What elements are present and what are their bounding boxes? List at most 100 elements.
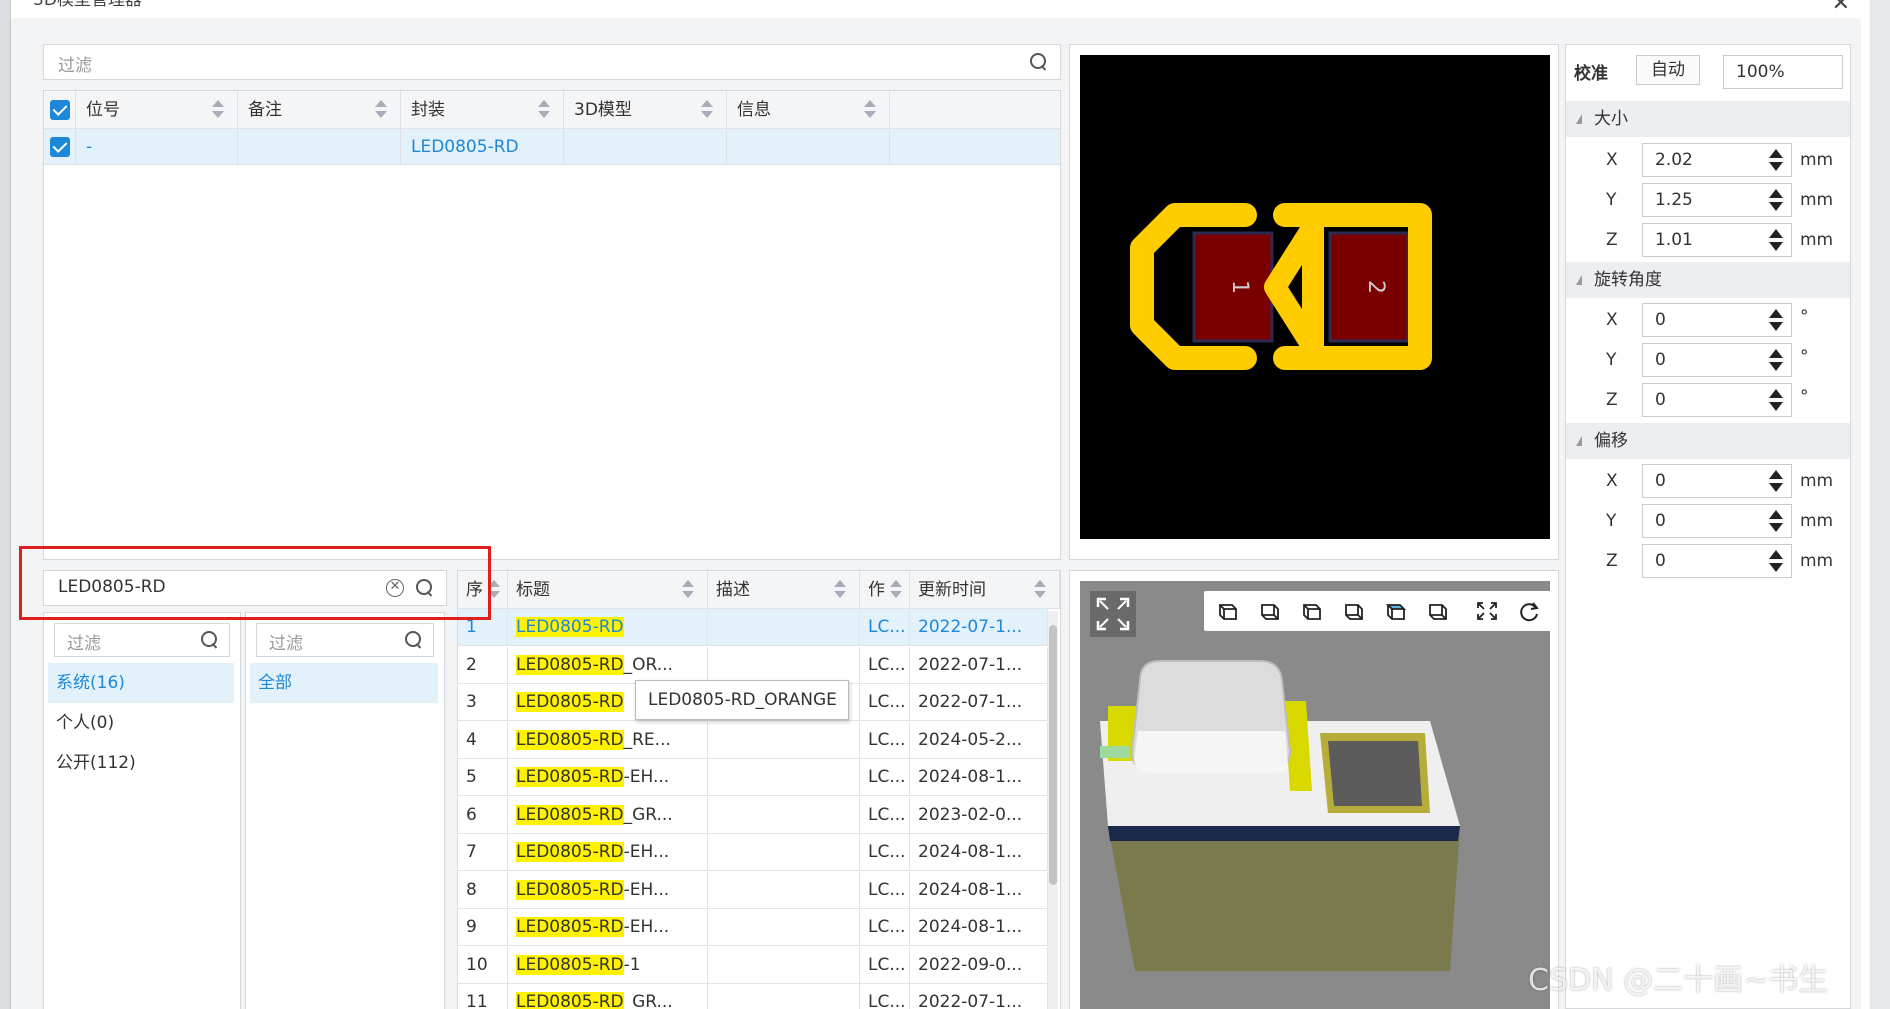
category-item-public[interactable]: 公开(112) <box>56 743 136 783</box>
top-filter-input[interactable]: 过滤 <box>43 44 1061 80</box>
view-right-icon[interactable] <box>1340 599 1366 623</box>
cell-index: 3 <box>458 684 508 721</box>
sort-icon[interactable] <box>700 100 714 120</box>
search-match-highlight: LED0805-RD <box>516 767 624 787</box>
offset-y-input[interactable]: 0 <box>1642 504 1792 538</box>
close-icon[interactable]: ✕ <box>1832 0 1850 15</box>
table-row[interactable]: 1 LED0805-RD LC... 2022-07-1... <box>458 609 1048 646</box>
increment-icon[interactable] <box>1769 309 1783 318</box>
search-icon[interactable] <box>1030 53 1048 71</box>
increment-icon[interactable] <box>1769 349 1783 358</box>
title-suffix: -EH... <box>623 879 670 900</box>
footprint-preview-canvas[interactable]: 1 2 <box>1080 55 1550 539</box>
offset-x-input[interactable]: 0 <box>1642 464 1792 498</box>
increment-icon[interactable] <box>1769 189 1783 198</box>
library-item-all[interactable]: 全部 <box>250 663 438 703</box>
auto-button[interactable]: 自动 <box>1636 55 1700 85</box>
offset-z-input[interactable]: 0 <box>1642 544 1792 578</box>
table-row[interactable]: 10 LED0805-RD-1 LC... 2022-09-0... <box>458 946 1048 984</box>
header-note[interactable]: 备注 <box>238 91 401 129</box>
table-row[interactable]: 9 LED0805-RD-EH... LC... 2024-08-1... <box>458 909 1048 946</box>
size-z-input[interactable]: 1.01 <box>1642 223 1792 257</box>
search-icon[interactable] <box>201 631 219 649</box>
decrement-icon[interactable] <box>1769 523 1783 532</box>
cell-footprint: LED0805-RD <box>401 129 564 165</box>
sort-icon[interactable] <box>537 100 551 120</box>
sort-icon[interactable] <box>863 100 877 120</box>
increment-icon[interactable] <box>1769 550 1783 559</box>
category-filter-input[interactable]: 过滤 <box>54 623 230 657</box>
decrement-icon[interactable] <box>1769 322 1783 331</box>
size-x-input[interactable]: 2.02 <box>1642 143 1792 177</box>
pad-1-label: 1 <box>1227 280 1252 294</box>
header-3d-model[interactable]: 3D模型 <box>564 91 727 129</box>
header-title[interactable]: 标题 <box>508 571 708 609</box>
table-row[interactable]: 7 LED0805-RD-EH... LC... 2024-08-1... <box>458 834 1048 871</box>
size-y-input[interactable]: 1.25 <box>1642 183 1792 217</box>
title-suffix: _GR... <box>623 992 673 1009</box>
model-3d-canvas[interactable] <box>1080 581 1550 1009</box>
header-footprint[interactable]: 封装 <box>401 91 564 129</box>
library-filter-input[interactable]: 过滤 <box>256 623 434 657</box>
rotation-z-input[interactable]: 0 <box>1642 383 1792 417</box>
rotation-section-header[interactable]: 旋转角度 <box>1566 262 1850 298</box>
category-item-system[interactable]: 系统(16) <box>48 663 234 703</box>
header-info[interactable]: 信息 <box>727 91 890 129</box>
increment-icon[interactable] <box>1769 149 1783 158</box>
view-front-icon[interactable] <box>1214 599 1240 623</box>
category-item-personal[interactable]: 个人(0) <box>56 703 114 743</box>
decrement-icon[interactable] <box>1769 162 1783 171</box>
sort-icon[interactable] <box>889 580 903 600</box>
increment-icon[interactable] <box>1769 470 1783 479</box>
table-row[interactable]: 5 LED0805-RD-EH... LC... 2024-08-1... <box>458 759 1048 796</box>
cell-description <box>708 796 860 834</box>
search-icon[interactable] <box>405 631 423 649</box>
table-row[interactable]: 2 LED0805-RD_OR... LC... 2022-07-1... <box>458 646 1048 684</box>
decrement-icon[interactable] <box>1769 242 1783 251</box>
rotation-x-input[interactable]: 0 <box>1642 303 1792 337</box>
decrement-icon[interactable] <box>1769 483 1783 492</box>
table-row[interactable]: 11 LED0805-RD_GR... LC... 2022-07-1... <box>458 984 1048 1009</box>
rotation-y-input[interactable]: 0 <box>1642 343 1792 377</box>
view-top-icon[interactable] <box>1382 599 1408 623</box>
header-designator[interactable]: 位号 <box>76 91 238 129</box>
cell-description <box>708 909 860 946</box>
scrollbar-thumb[interactable] <box>1049 625 1057 885</box>
decrement-icon[interactable] <box>1769 202 1783 211</box>
sort-icon[interactable] <box>374 100 388 120</box>
title-suffix: -EH... <box>623 842 670 862</box>
fullscreen-toggle[interactable] <box>1090 591 1136 637</box>
row-checkbox[interactable] <box>50 137 70 157</box>
sort-icon[interactable] <box>681 580 695 600</box>
decrement-icon[interactable] <box>1769 563 1783 572</box>
table-row[interactable]: 4 LED0805-RD_RE... LC... 2024-05-2... <box>458 721 1048 759</box>
search-match-highlight: LED0805-RD <box>516 954 624 975</box>
zoom-input[interactable]: 100% <box>1723 55 1843 89</box>
view-bottom-icon[interactable] <box>1424 599 1450 623</box>
table-row[interactable]: - LED0805-RD <box>44 129 1060 165</box>
header-author[interactable]: 作 <box>860 571 910 609</box>
fit-view-icon[interactable] <box>1474 599 1500 623</box>
decrement-icon[interactable] <box>1769 402 1783 411</box>
header-description[interactable]: 描述 <box>708 571 860 609</box>
header-select-all[interactable] <box>44 91 76 129</box>
header-update-time[interactable]: 更新时间 <box>910 571 1060 609</box>
properties-panel: 校准 自动 100% 大小 X 2.02 mm Y 1.25 mm Z 1.01… <box>1565 44 1851 1009</box>
cell-title: LED0805-RD-EH... <box>508 909 708 946</box>
decrement-icon[interactable] <box>1769 362 1783 371</box>
increment-icon[interactable] <box>1769 229 1783 238</box>
sort-icon[interactable] <box>833 580 847 600</box>
view-left-icon[interactable] <box>1298 599 1324 623</box>
select-all-checkbox[interactable] <box>50 100 70 120</box>
rotate-view-icon[interactable] <box>1516 599 1542 623</box>
view-back-icon[interactable] <box>1256 599 1282 623</box>
increment-icon[interactable] <box>1769 389 1783 398</box>
sort-icon[interactable] <box>211 100 225 120</box>
offset-section-header[interactable]: 偏移 <box>1566 423 1850 459</box>
increment-icon[interactable] <box>1769 510 1783 519</box>
sort-icon[interactable] <box>1033 580 1047 600</box>
size-section-header[interactable]: 大小 <box>1566 101 1850 137</box>
results-scrollbar[interactable] <box>1048 611 1058 1009</box>
table-row[interactable]: 8 LED0805-RD-EH... LC... 2024-08-1... <box>458 871 1048 909</box>
table-row[interactable]: 6 LED0805-RD_GR... LC... 2023-02-0... <box>458 796 1048 834</box>
